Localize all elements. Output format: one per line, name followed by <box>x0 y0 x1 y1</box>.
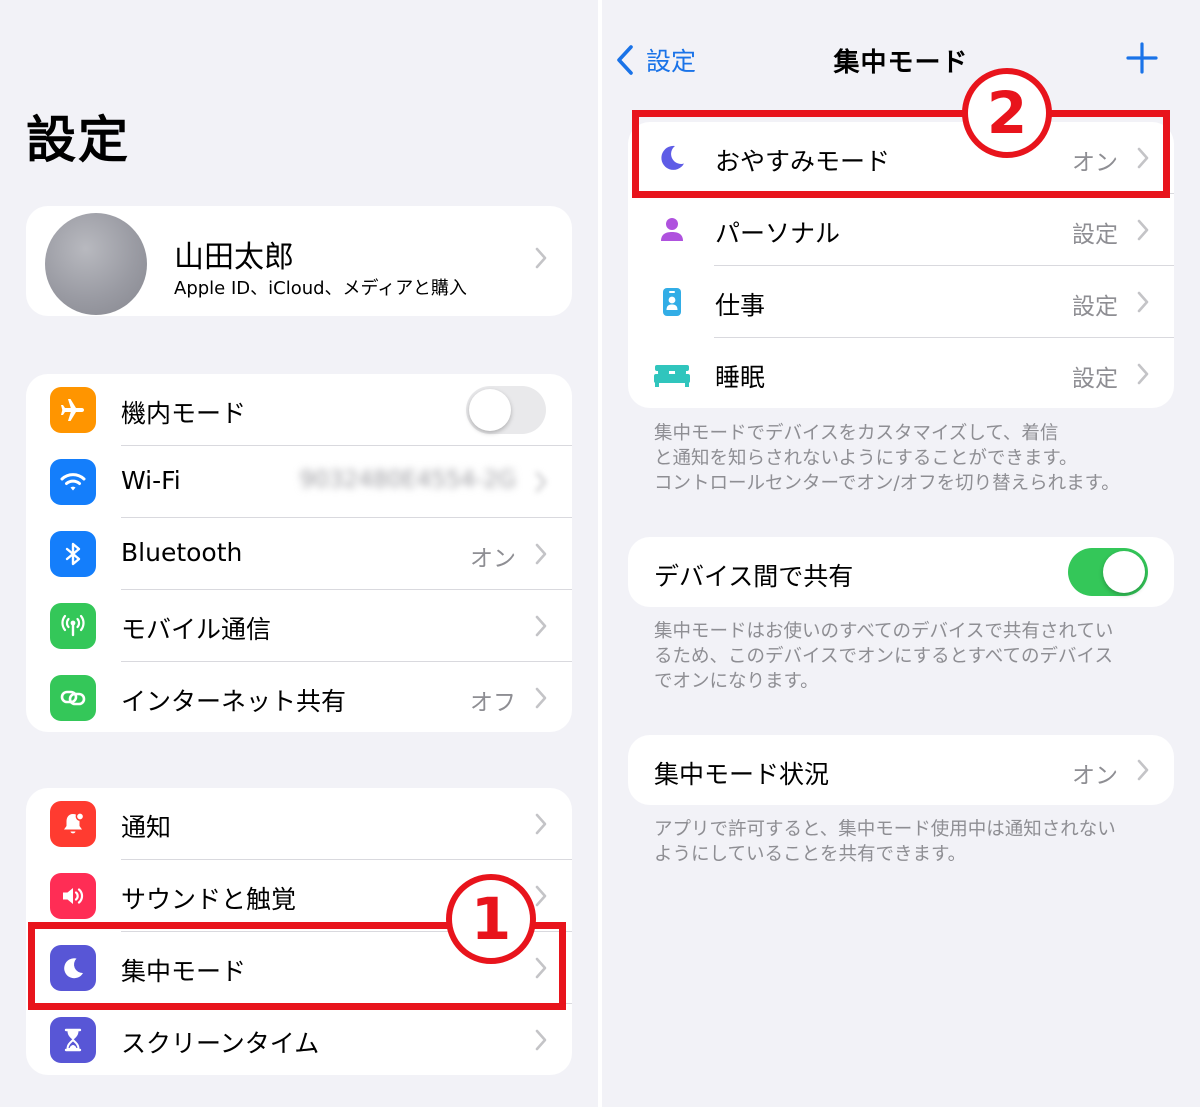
row-value: 設定 <box>1072 222 1118 248</box>
row-label: Bluetooth <box>121 538 243 567</box>
row-value: オフ <box>470 690 516 716</box>
wifi-icon <box>50 459 96 505</box>
row-label: 通知 <box>121 813 172 842</box>
antenna-icon <box>50 603 96 649</box>
toggle-knob <box>1103 551 1145 593</box>
focus-screen: 設定 集中モード おやすみモード オン パーソナル 設定 仕事 設定 睡眠 設定… <box>602 0 1200 1107</box>
footnote-line: 集中モードはお使いのすべてのデバイスで共有されてい <box>654 621 1114 642</box>
settings-row-notifications[interactable]: 通知 <box>26 788 572 860</box>
share-across-devices-group: デバイス間で共有 <box>628 537 1174 607</box>
focus-row-sleep[interactable]: 睡眠 設定 <box>628 338 1174 408</box>
footnote-line: と通知を知らされないようにすることができます。 <box>654 448 1078 469</box>
share-description: 集中モードはお使いのすべてのデバイスで共有されてい るため、このデバイスでオンに… <box>654 619 1154 694</box>
chevron-right-icon <box>534 246 548 270</box>
row-label: モバイル通信 <box>121 615 272 644</box>
link-icon <box>50 675 96 721</box>
chevron-right-icon <box>534 614 548 638</box>
bluetooth-icon <box>50 531 96 577</box>
airplane-mode-toggle[interactable] <box>466 386 546 434</box>
settings-row-airplane-mode[interactable]: 機内モード <box>26 374 572 446</box>
person-icon <box>654 212 690 248</box>
step-marker-2: 2 <box>962 68 1052 158</box>
profile-subtitle: Apple ID、iCloud、メディアと購入 <box>174 278 467 299</box>
plus-icon <box>1126 42 1158 74</box>
speaker-icon <box>50 873 96 919</box>
settings-row-screen-time[interactable]: スクリーンタイム <box>26 1004 572 1075</box>
settings-row-bluetooth[interactable]: Bluetooth オン <box>26 518 572 590</box>
chevron-right-icon <box>534 686 548 710</box>
chevron-right-icon <box>1136 758 1150 782</box>
row-label: サウンドと触覚 <box>121 885 297 914</box>
row-value: オン <box>470 546 516 572</box>
bed-icon <box>652 356 692 392</box>
wifi-network-name: 9032480E4554-2G <box>299 467 516 493</box>
footnote-line: でオンになります。 <box>654 671 819 692</box>
profile-name: 山田太郎 <box>174 240 294 275</box>
focus-status-row[interactable]: 集中モード状況 オン <box>628 735 1174 805</box>
chevron-right-icon <box>1136 362 1150 386</box>
bell-icon <box>50 801 96 847</box>
settings-row-wifi[interactable]: Wi-Fi 9032480E4554-2G <box>26 446 572 518</box>
focus-description: 集中モードでデバイスをカスタマイズして、着信 と通知を知らされないようにすること… <box>654 421 1154 496</box>
row-label: インターネット共有 <box>121 687 347 716</box>
row-label: 集中モード状況 <box>654 760 830 789</box>
chevron-right-icon <box>534 884 548 908</box>
add-focus-button[interactable] <box>1122 38 1162 78</box>
chevron-right-icon <box>534 470 548 494</box>
chevron-right-icon <box>1136 290 1150 314</box>
airplane-icon <box>50 387 96 433</box>
footnote-line: 集中モードでデバイスをカスタマイズして、着信 <box>654 423 1059 444</box>
row-label: 睡眠 <box>715 363 766 392</box>
chevron-right-icon <box>534 812 548 836</box>
connectivity-group: 機内モード Wi-Fi 9032480E4554-2G Bluetooth オン… <box>26 374 572 732</box>
id-badge-icon <box>654 284 690 320</box>
avatar <box>45 213 147 315</box>
chevron-right-icon <box>534 542 548 566</box>
row-label: スクリーンタイム <box>121 1029 320 1058</box>
footnote-line: ようにしていることを共有できます。 <box>654 844 967 865</box>
chevron-right-icon <box>1136 218 1150 242</box>
row-label: デバイス間で共有 <box>654 562 854 591</box>
step-marker-1: 1 <box>446 874 536 964</box>
share-across-devices-toggle[interactable] <box>1068 548 1148 596</box>
apple-id-profile-row[interactable]: 山田太郎 Apple ID、iCloud、メディアと購入 <box>26 206 572 316</box>
focus-row-work[interactable]: 仕事 設定 <box>628 266 1174 338</box>
row-value: オン <box>1072 763 1118 789</box>
row-value: 設定 <box>1072 294 1118 320</box>
settings-row-personal-hotspot[interactable]: インターネット共有 オフ <box>26 662 572 732</box>
chevron-right-icon <box>534 1028 548 1052</box>
focus-status-group: 集中モード状況 オン <box>628 735 1174 805</box>
status-description: アプリで許可すると、集中モード使用中は通知されない ようにしていることを共有でき… <box>654 817 1154 867</box>
footnote-line: るため、このデバイスでオンにするとすべてのデバイス <box>654 646 1113 667</box>
share-across-devices-row[interactable]: デバイス間で共有 <box>628 537 1174 607</box>
row-label: Wi-Fi <box>121 466 181 495</box>
row-label: 機内モード <box>121 399 247 428</box>
row-label: 仕事 <box>715 291 766 320</box>
highlight-box-do-not-disturb <box>632 110 1170 198</box>
toggle-knob <box>469 389 511 431</box>
footnote-line: コントロールセンターでオン/オフを切り替えられます。 <box>654 473 1120 494</box>
focus-row-personal[interactable]: パーソナル 設定 <box>628 194 1174 266</box>
row-value: 設定 <box>1072 366 1118 392</box>
hourglass-icon <box>50 1017 96 1063</box>
settings-screen: 設定 山田太郎 Apple ID、iCloud、メディアと購入 機内モード Wi… <box>0 0 598 1107</box>
footnote-line: アプリで許可すると、集中モード使用中は通知されない <box>654 819 1116 840</box>
settings-row-cellular[interactable]: モバイル通信 <box>26 590 572 662</box>
page-title: 集中モード <box>833 48 969 78</box>
row-label: パーソナル <box>715 219 841 248</box>
page-title: 設定 <box>26 111 130 169</box>
